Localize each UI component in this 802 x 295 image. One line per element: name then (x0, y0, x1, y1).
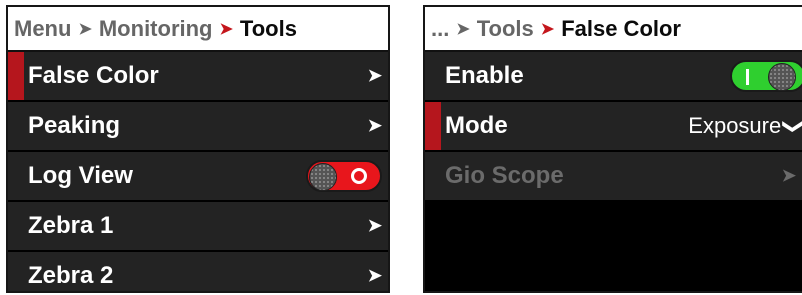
menu-item-label: Gio Scope (445, 162, 564, 189)
menu-item-enable[interactable]: Enable (425, 52, 802, 102)
false-color-panel: ... ➤ Tools ➤ False Color Enable Mode Ex… (423, 5, 802, 293)
selection-indicator (425, 102, 441, 150)
toggle-knob (309, 163, 337, 191)
breadcrumb-separator-icon: ➤ (456, 20, 470, 38)
breadcrumb-tools: Tools (239, 15, 297, 41)
breadcrumb-monitoring[interactable]: Monitoring (99, 16, 213, 42)
menu-item-gio-scope: Gio Scope ➤ (425, 152, 802, 202)
mode-select[interactable]: Exposure ❯ (688, 113, 802, 139)
menu-item-zebra-1[interactable]: Zebra 1 ➤ (8, 202, 388, 252)
breadcrumb-false-color: False Color (561, 15, 681, 41)
empty-area (425, 202, 802, 291)
menu-item-log-view[interactable]: Log View (8, 152, 388, 202)
menu-item-label: Peaking (28, 112, 121, 139)
chevron-right-icon: ➤ (367, 216, 382, 235)
breadcrumb-tools[interactable]: Tools (477, 16, 534, 42)
toggle-knob (768, 63, 796, 91)
chevron-right-icon: ➤ (367, 116, 382, 135)
menu-item-label: Log View (28, 162, 133, 189)
breadcrumb-separator-icon: ➤ (219, 20, 233, 38)
mode-value: Exposure (688, 113, 782, 138)
chevron-right-icon: ➤ (367, 266, 382, 285)
menu-item-label: Zebra 1 (28, 212, 114, 239)
breadcrumb-separator-icon: ➤ (78, 20, 92, 38)
breadcrumb: ... ➤ Tools ➤ False Color (425, 7, 802, 52)
menu-item-zebra-2[interactable]: Zebra 2 ➤ (8, 252, 388, 291)
chevron-right-icon: ➤ (781, 166, 796, 185)
chevron-down-icon: ❯ (782, 117, 802, 135)
menu-item-peaking[interactable]: Peaking ➤ (8, 102, 388, 152)
menu-item-label: Mode (445, 112, 508, 139)
selection-indicator (8, 52, 24, 100)
tools-menu-panel: Menu ➤ Monitoring ➤ Tools False Color ➤ … (6, 5, 390, 293)
log-view-toggle[interactable] (306, 160, 382, 192)
breadcrumb-menu[interactable]: Menu (14, 16, 71, 42)
breadcrumb: Menu ➤ Monitoring ➤ Tools (8, 7, 388, 52)
breadcrumb-separator-icon: ➤ (540, 20, 555, 38)
on-indicator-icon (746, 69, 749, 85)
chevron-right-icon: ➤ (367, 66, 382, 85)
enable-toggle[interactable] (730, 60, 802, 92)
menu-item-label: False Color (28, 62, 159, 89)
menu-item-mode[interactable]: Mode Exposure ❯ (425, 102, 802, 152)
menu-item-label: Zebra 2 (28, 262, 114, 289)
menu-item-false-color[interactable]: False Color ➤ (8, 52, 388, 102)
off-indicator-icon (351, 168, 367, 184)
breadcrumb-ellipsis[interactable]: ... (431, 16, 449, 42)
menu-item-label: Enable (445, 62, 524, 89)
